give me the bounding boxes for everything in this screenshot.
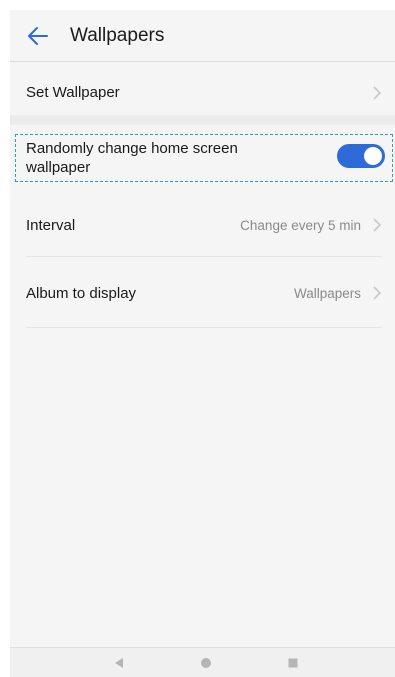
chevron-right-icon [373,85,381,100]
random-change-label: Randomly change home screen wallpaper [26,140,238,176]
album-value: Wallpapers [293,285,361,301]
arrow-left-icon [28,27,48,45]
app-header: Wallpapers [10,10,395,62]
interval-label: Interval [26,216,76,234]
random-change-toggle[interactable] [337,144,385,168]
album-row[interactable]: Album to display Wallpapers [10,260,395,326]
section-divider [10,115,395,125]
header-divider [10,61,395,62]
album-label: Album to display [26,284,137,302]
system-nav-bar [10,647,395,677]
chevron-right-icon [373,218,381,232]
row-divider [26,256,381,257]
back-button[interactable] [20,18,56,54]
circle-home-icon [201,658,211,668]
set-wallpaper-label: Set Wallpaper [26,84,120,101]
toggle-knob [364,147,382,165]
page-title: Wallpapers [70,25,165,46]
nav-home-button[interactable] [197,654,215,672]
triangle-back-icon [115,658,123,668]
row-divider [26,327,381,328]
nav-back-button[interactable] [110,654,128,672]
settings-screen: Wallpapers Set Wallpaper Randomly change… [10,10,395,677]
interval-row[interactable]: Interval Change every 5 min [10,193,395,257]
interval-value: Change every 5 min [240,217,361,233]
chevron-right-icon [373,286,381,300]
set-wallpaper-row[interactable]: Set Wallpaper [10,65,395,120]
square-recent-icon [288,658,298,668]
nav-recent-button[interactable] [284,654,302,672]
